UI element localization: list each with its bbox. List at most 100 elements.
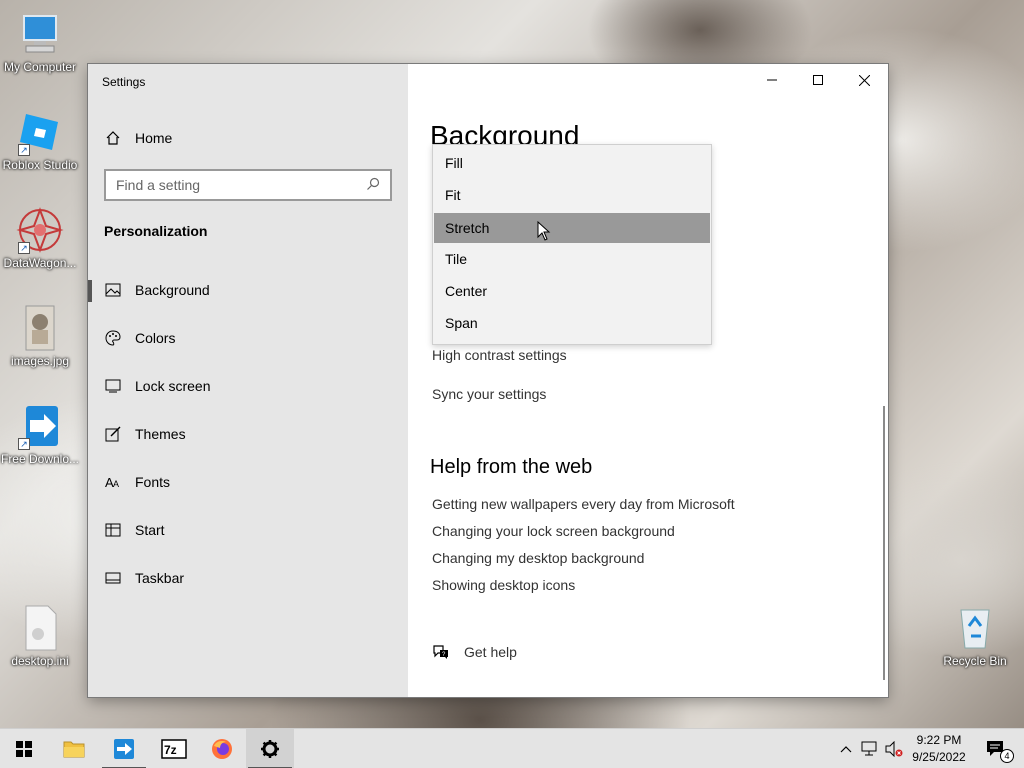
help-link-desktop-background[interactable]: Changing my desktop background <box>432 550 644 566</box>
desktop-icon-my-computer[interactable]: My Computer <box>0 10 80 74</box>
minimize-icon <box>767 79 777 81</box>
recycle-bin-icon <box>951 604 999 652</box>
nav-home-label: Home <box>135 130 173 146</box>
taskbar-settings[interactable] <box>246 729 294 768</box>
fit-dropdown-list: Fill Fit Stretch Tile Center Span <box>432 144 712 345</box>
volume-button[interactable] <box>882 729 906 768</box>
sidebar-item-themes[interactable]: Themes <box>88 414 408 454</box>
desktop-icon-label: Roblox Studio <box>2 158 78 172</box>
svg-text:A: A <box>113 479 119 489</box>
taskbar-free-download-manager[interactable] <box>100 729 148 768</box>
font-icon: AA <box>104 473 122 491</box>
settings-sidebar: Settings Home Find a setting Personaliza… <box>88 64 408 697</box>
desktop-icon-desktop-ini[interactable]: desktop.ini <box>0 604 80 668</box>
desktop-icon-label: Free Downlo... <box>0 452 80 466</box>
link-high-contrast-settings[interactable]: High contrast settings <box>432 347 567 363</box>
svg-text:7z: 7z <box>164 743 177 757</box>
windows-logo-icon <box>16 741 32 757</box>
sidebar-item-label: Background <box>135 282 210 298</box>
maximize-button[interactable] <box>795 64 841 96</box>
network-icon <box>861 741 877 756</box>
sidebar-item-label: Themes <box>135 426 186 442</box>
firefox-icon <box>212 739 232 759</box>
close-button[interactable] <box>841 64 887 96</box>
desktop-icon-images-jpg[interactable]: images.jpg <box>0 304 80 368</box>
dropdown-option-center[interactable]: Center <box>434 276 710 306</box>
link-sync-settings[interactable]: Sync your settings <box>432 386 546 402</box>
start-button[interactable] <box>0 729 48 768</box>
computer-icon <box>16 10 64 58</box>
help-link-lock-screen[interactable]: Changing your lock screen background <box>432 523 675 539</box>
desktop-icon-free-download[interactable]: ↗ Free Downlo... <box>0 402 80 466</box>
help-link-desktop-icons[interactable]: Showing desktop icons <box>432 577 575 593</box>
settings-file-icon <box>16 604 64 652</box>
datawagon-icon: ↗ <box>16 206 64 254</box>
search-icon <box>366 177 380 194</box>
download-manager-icon: ↗ <box>16 402 64 450</box>
taskbar-firefox[interactable] <box>198 729 246 768</box>
desktop-icon-label: desktop.ini <box>11 654 69 668</box>
mouse-cursor-icon <box>537 221 551 241</box>
sidebar-item-label: Start <box>135 522 165 538</box>
show-hidden-icons-button[interactable] <box>836 729 856 768</box>
dropdown-option-stretch[interactable]: Stretch <box>434 213 710 243</box>
palette-icon <box>104 329 122 347</box>
chevron-up-icon <box>840 746 852 753</box>
nav-home[interactable]: Home <box>88 118 408 158</box>
home-icon <box>104 129 122 147</box>
desktop-icon-recycle-bin[interactable]: Recycle Bin <box>935 604 1015 668</box>
sidebar-item-taskbar[interactable]: Taskbar <box>88 558 408 598</box>
dropdown-option-fit[interactable]: Fit <box>434 180 710 210</box>
section-heading: Personalization <box>104 223 208 239</box>
sidebar-item-background[interactable]: Background <box>88 270 408 310</box>
help-heading: Help from the web <box>430 456 593 478</box>
sidebar-item-label: Colors <box>135 330 176 346</box>
dropdown-option-tile[interactable]: Tile <box>434 244 710 274</box>
shortcut-arrow-icon: ↗ <box>18 242 30 254</box>
lock-screen-icon <box>104 377 122 395</box>
search-input[interactable]: Find a setting <box>104 169 392 201</box>
clock-date: 9/25/2022 <box>912 750 966 764</box>
desktop-icon-label: images.jpg <box>10 354 70 368</box>
action-center-button[interactable]: 4 <box>976 729 1016 768</box>
sidebar-item-lock-screen[interactable]: Lock screen <box>88 366 408 406</box>
folder-icon <box>63 741 85 758</box>
dropdown-option-fill[interactable]: Fill <box>434 148 710 178</box>
gear-icon <box>261 740 279 758</box>
window-title: Settings <box>102 75 146 89</box>
clock[interactable]: 9:22 PM 9/25/2022 <box>904 732 974 766</box>
brush-icon <box>104 425 122 443</box>
get-help-link[interactable]: ? Get help <box>432 644 517 660</box>
sidebar-item-colors[interactable]: Colors <box>88 318 408 358</box>
desktop-icon-label: DataWagon... <box>3 256 77 270</box>
picture-icon <box>104 281 122 299</box>
sidebar-item-fonts[interactable]: AA Fonts <box>88 462 408 502</box>
scrollbar[interactable] <box>883 406 885 680</box>
notification-count-badge: 4 <box>1000 749 1014 763</box>
desktop-icon-label: My Computer <box>3 60 77 74</box>
clock-time: 9:22 PM <box>916 733 962 747</box>
dropdown-option-span[interactable]: Span <box>434 308 710 338</box>
taskbar-7zip[interactable]: 7z <box>150 729 198 768</box>
image-file-icon <box>16 304 64 352</box>
shortcut-arrow-icon: ↗ <box>18 438 30 450</box>
minimize-button[interactable] <box>749 64 795 96</box>
search-placeholder: Find a setting <box>116 177 201 193</box>
start-grid-icon <box>104 521 122 539</box>
download-manager-icon <box>114 739 134 759</box>
network-status-button[interactable] <box>858 729 882 768</box>
sidebar-item-label: Fonts <box>135 474 171 490</box>
shortcut-arrow-icon: ↗ <box>18 144 30 156</box>
sidebar-item-start[interactable]: Start <box>88 510 408 550</box>
desktop-icon-datawagon[interactable]: ↗ DataWagon... <box>0 206 80 270</box>
roblox-studio-icon: ↗ <box>16 108 64 156</box>
desktop-icon-roblox-studio[interactable]: ↗ Roblox Studio <box>0 108 80 172</box>
maximize-icon <box>813 75 823 85</box>
speaker-muted-icon <box>885 741 903 757</box>
help-link-wallpapers[interactable]: Getting new wallpapers every day from Mi… <box>432 496 735 512</box>
chat-help-icon: ? <box>432 644 450 660</box>
sidebar-item-label: Taskbar <box>135 570 185 586</box>
close-icon <box>858 74 870 86</box>
desktop-icon-label: Recycle Bin <box>943 654 1007 668</box>
taskbar-file-explorer[interactable] <box>50 729 98 768</box>
